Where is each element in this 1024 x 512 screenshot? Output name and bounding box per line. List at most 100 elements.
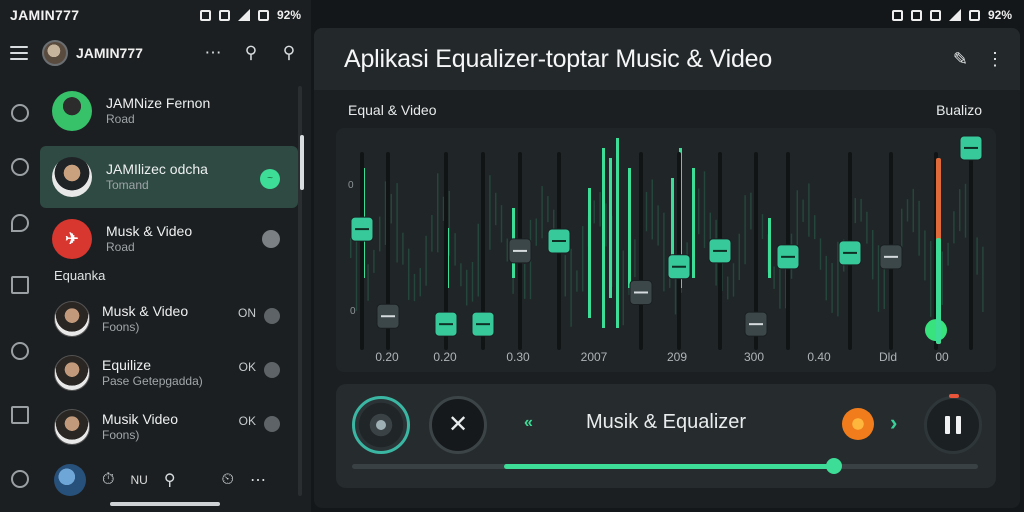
list-item[interactable]: Musik Video Foons) OK: [40, 400, 298, 454]
spectrum-glow: [761, 214, 764, 239]
bottom-label: NU: [130, 473, 148, 487]
search-icon[interactable]: ⚲: [239, 43, 263, 63]
spectrum-glow: [634, 239, 636, 278]
level-meter-fill: [936, 238, 941, 344]
comment-icon[interactable]: [11, 214, 29, 232]
band-track: [639, 152, 643, 350]
equalizer-panel: 00: [336, 128, 996, 372]
search-icon[interactable]: ⚲: [164, 470, 176, 490]
spectrum-glow: [384, 181, 387, 245]
spectrum-glow: [854, 198, 856, 224]
camera-icon[interactable]: ⏲: [222, 471, 234, 489]
timer-icon[interactable]: ⏱: [102, 471, 114, 489]
band-handle-grip: [513, 249, 527, 252]
spectrum-glow: [576, 270, 578, 292]
spectrum-glow: [460, 263, 462, 287]
spectrum-glow: [930, 241, 932, 317]
status-dot: [264, 308, 280, 324]
item-subtitle: Foons): [102, 320, 140, 335]
spectrum-glow: [906, 199, 909, 222]
pause-button[interactable]: [924, 394, 982, 454]
rewind-icon[interactable]: «: [524, 414, 533, 432]
spectrum-glow: [901, 208, 903, 248]
avatar: [54, 301, 90, 337]
spectrum-glow: [355, 236, 358, 311]
chat-item-active[interactable]: JAMIlizec odcha Tomand ~: [40, 146, 298, 208]
spectrum-glow: [425, 235, 427, 286]
item-count: OK: [238, 360, 256, 374]
notification-icon: [891, 9, 903, 21]
spectrum-glow: [437, 173, 439, 253]
band-handle-grip: [713, 249, 727, 252]
spectrum-bar: [692, 168, 695, 278]
sidebar-bottom-bar: ⏱ NU ⚲ ⏲ ⋯: [40, 460, 298, 500]
band-handle-grip: [381, 315, 395, 318]
record-button[interactable]: [842, 408, 874, 440]
menu-icon[interactable]: [10, 46, 28, 60]
spectrum-bar: [609, 158, 612, 298]
spectrum-glow: [732, 263, 735, 297]
band-handle-grip: [749, 323, 763, 326]
spectrum-glow: [779, 267, 781, 309]
music-app-icon: ✈: [52, 219, 92, 259]
freq-label: 0.20: [375, 350, 399, 364]
contact-list: Musk & Video Foons) ON Equilize Pase Get…: [40, 292, 298, 454]
freq-label: 00: [935, 350, 949, 364]
spectrum-glow: [814, 215, 816, 240]
spectrum-glow: [698, 188, 700, 235]
next-icon[interactable]: ›: [890, 410, 897, 436]
home-indicator[interactable]: [110, 502, 220, 506]
more-vert-icon[interactable]: ⋮: [986, 49, 1004, 70]
band-handle-grip: [843, 251, 857, 254]
info-icon[interactable]: [11, 470, 29, 488]
spectrum-glow: [947, 242, 949, 266]
search-icon-2[interactable]: ⚲: [277, 43, 301, 63]
item-name: Equilize: [102, 357, 152, 374]
band-handle-grip: [634, 291, 648, 294]
spectrum-glow: [744, 195, 746, 265]
spectrum-glow: [831, 263, 833, 313]
tune-icon[interactable]: ✎: [953, 49, 968, 70]
scrollbar-thumb[interactable]: [300, 135, 304, 190]
bubble-icon[interactable]: [11, 158, 29, 176]
battery-level: 92%: [987, 8, 1012, 22]
chat-item[interactable]: ✈ Musk & Video Road: [40, 208, 298, 270]
spectrum-glow: [373, 249, 375, 273]
item-count: OK: [238, 414, 256, 428]
chat-item[interactable]: JAMNize Fernon Road: [40, 80, 298, 142]
spectrum-glow: [819, 238, 822, 270]
more-dots-icon[interactable]: ⋯: [250, 470, 266, 490]
spectrum-glow: [367, 264, 369, 301]
close-button[interactable]: ✕: [429, 396, 487, 454]
spectrum-glow: [379, 216, 381, 252]
avatar[interactable]: [42, 40, 68, 66]
avatar: [54, 409, 90, 445]
circle-icon[interactable]: [11, 342, 29, 360]
sidebar-title: JAMIN777: [76, 45, 143, 61]
chat-icon[interactable]: [11, 104, 29, 122]
frequency-labels: 0.20 0.20 0.30 2007 209 300 0.40 Dld 00: [336, 350, 996, 368]
more-dots-icon[interactable]: ⋯: [201, 43, 225, 63]
band-handle-grip: [476, 323, 490, 326]
chat-name: JAMIlizec odcha: [106, 160, 208, 177]
equalizer-label-right: Bualizo: [936, 102, 982, 118]
spectrum-glow: [877, 245, 880, 312]
freq-label: Dld: [878, 350, 898, 364]
list-item[interactable]: Musk & Video Foons) ON: [40, 292, 298, 346]
spectrum-glow: [657, 205, 659, 246]
spectrum-glow: [982, 246, 984, 313]
house-icon[interactable]: [11, 406, 29, 424]
list-item[interactable]: Equilize Pase Getepgadda) OK: [40, 346, 298, 400]
band-handle-grip: [672, 265, 686, 268]
spectrum-glow: [663, 212, 665, 292]
spectrum-glow: [431, 215, 433, 252]
spectrum-glow: [350, 238, 352, 258]
avatar[interactable]: [54, 464, 86, 496]
band-handle-grip: [964, 146, 978, 149]
signal-icon: [948, 9, 961, 21]
notification-icon-2: [218, 9, 230, 21]
status-dot: [264, 362, 280, 378]
spectrum-glow: [964, 183, 967, 238]
home-icon[interactable]: [11, 276, 29, 294]
page-title: Aplikasi Equalizer-toptar Music & Video: [344, 44, 773, 73]
